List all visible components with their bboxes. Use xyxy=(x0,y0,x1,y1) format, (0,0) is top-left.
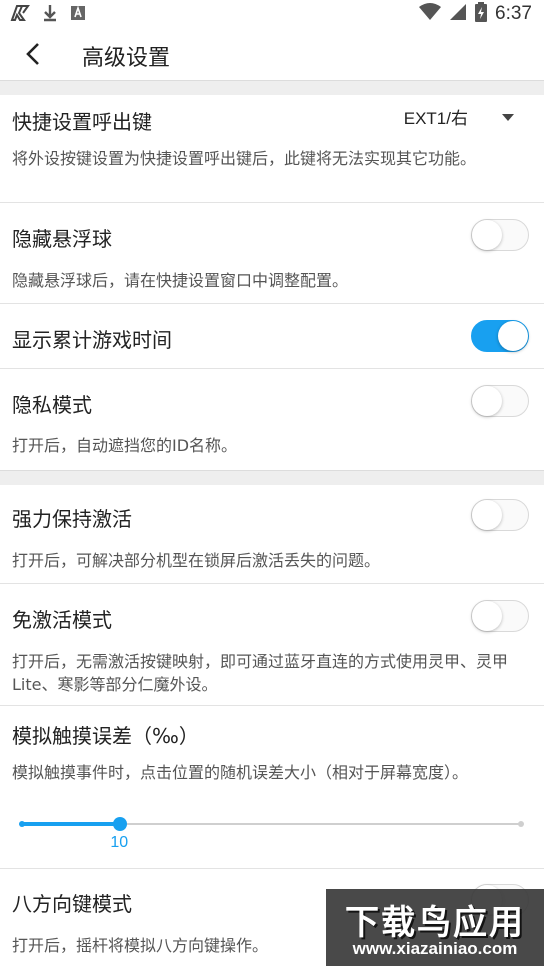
back-button[interactable] xyxy=(18,38,50,70)
touch-error-label: 模拟触摸误差（‰） xyxy=(12,724,199,748)
signal-icon xyxy=(449,3,467,25)
download-icon xyxy=(42,4,58,26)
watermark-url: www.xiazainiao.com xyxy=(352,939,518,958)
hide-ball-label: 隐藏悬浮球 xyxy=(12,227,112,251)
divider xyxy=(0,303,544,304)
watermark: 下载鸟应用 www.xiazainiao.com xyxy=(326,889,544,966)
divider xyxy=(0,705,544,706)
no-activation-label: 免激活模式 xyxy=(12,608,112,632)
hide-ball-toggle[interactable] xyxy=(471,219,529,251)
privacy-desc: 打开后，自动遮挡您的ID名称。 xyxy=(12,436,238,455)
wifi-icon xyxy=(419,3,442,25)
slider-thumb[interactable] xyxy=(113,817,128,831)
section-spacer xyxy=(0,80,544,95)
slider-fill xyxy=(20,822,121,826)
show-time-toggle[interactable] xyxy=(471,320,529,352)
privacy-toggle[interactable] xyxy=(471,385,529,417)
app-logo-icon xyxy=(10,4,30,26)
app-bar: 高级设置 xyxy=(0,28,544,80)
privacy-label: 隐私模式 xyxy=(12,393,92,417)
slider-value: 10 xyxy=(110,834,129,851)
watermark-text: 下载鸟应用 xyxy=(345,903,525,943)
show-time-label: 显示累计游戏时间 xyxy=(12,328,172,352)
keep-active-label: 强力保持激活 xyxy=(12,507,132,531)
battery-icon xyxy=(475,2,488,26)
quick-key-label: 快捷设置呼出键 xyxy=(12,110,152,134)
quick-key-dropdown[interactable]: EXT1/右 xyxy=(404,104,514,129)
eight-dir-label: 八方向键模式 xyxy=(12,892,132,916)
divider xyxy=(0,868,544,869)
no-activation-desc: 打开后，无需激活按键映射，即可通过蓝牙直连的方式使用灵甲、灵甲Lite、寒影等部… xyxy=(12,652,509,694)
slider-start-dot xyxy=(19,821,25,827)
keep-active-toggle[interactable] xyxy=(471,499,529,531)
divider xyxy=(0,583,544,584)
no-activation-toggle[interactable] xyxy=(471,600,529,632)
a-box-icon xyxy=(70,5,86,25)
status-bar: 6:37 xyxy=(0,0,544,28)
page-title: 高级设置 xyxy=(82,46,171,71)
divider xyxy=(0,368,544,369)
quick-key-desc: 将外设按键设置为快捷设置呼出键后，此键将无法实现其它功能。 xyxy=(12,149,477,168)
clock: 6:37 xyxy=(495,3,532,24)
slider-end-dot xyxy=(518,821,524,827)
keep-active-desc: 打开后，可解决部分机型在锁屏后激活丢失的问题。 xyxy=(12,551,381,570)
section-spacer xyxy=(0,470,544,485)
touch-error-desc: 模拟触摸事件时，点击位置的随机误差大小（相对于屏幕宽度）。 xyxy=(12,763,469,782)
quick-key-value: EXT1/右 xyxy=(403,109,468,128)
hide-ball-desc: 隐藏悬浮球后，请在快捷设置窗口中调整配置。 xyxy=(12,271,349,290)
divider xyxy=(0,202,544,203)
dropdown-arrow-icon xyxy=(502,107,514,126)
back-arrow-icon xyxy=(26,43,39,65)
